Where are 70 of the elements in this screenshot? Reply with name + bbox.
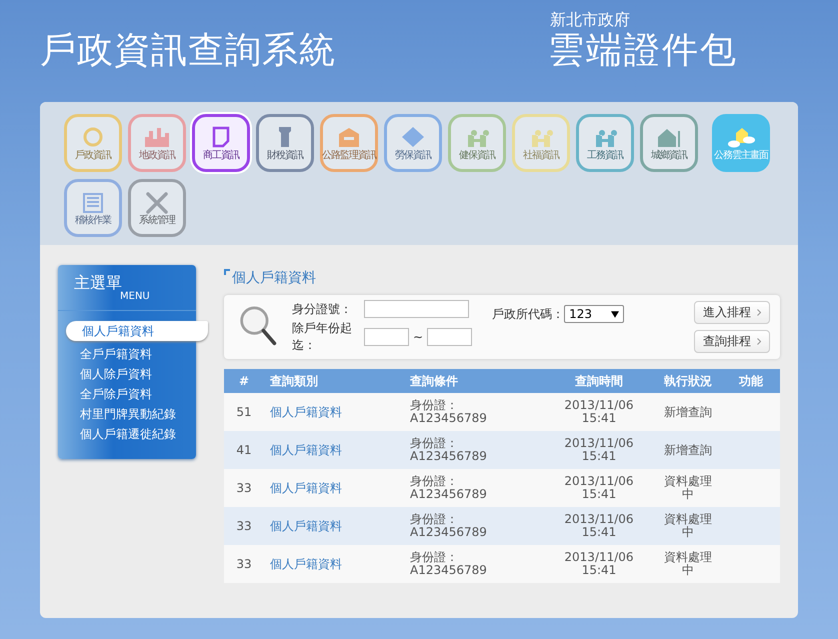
module-tile[interactable]: 戶政資訊 [64, 114, 122, 172]
row-number: 33 [235, 482, 253, 494]
page-title: 個人戶籍資料 [232, 269, 316, 287]
menu-item[interactable]: 全戶除戶資料 [58, 384, 196, 404]
year-range-label: 除戶年份起迄： [292, 320, 353, 354]
menu-item[interactable]: 個人除戶資料 [58, 364, 196, 384]
time-cell-text: 2013/11/06 15:41 [563, 475, 635, 501]
column-header: 查詢時間 [574, 374, 624, 388]
category-link[interactable]: 個人戶籍資料 [264, 444, 404, 456]
office-code-label: 戶政所代碼： [492, 306, 564, 322]
column-header: 查詢類別 [269, 374, 319, 388]
organization-name: 新北市政府 [550, 10, 630, 31]
year-to-input[interactable] [427, 328, 472, 346]
row-number: 51 [235, 406, 253, 418]
id-label: 身分證號： [292, 300, 353, 318]
menu-item[interactable]: 個人戶籍遷徙紀錄 [58, 424, 196, 444]
time-cell-text: 2013/11/06 15:41 [563, 551, 635, 577]
category-link[interactable]: 個人戶籍資料 [264, 406, 404, 418]
menu-item[interactable]: 全戶戶籍資料 [58, 344, 196, 364]
id-input[interactable] [364, 300, 469, 318]
module-tile[interactable]: 城鄉資訊 [640, 114, 698, 172]
house-cloud-icon [726, 125, 756, 149]
module-tile[interactable]: 工務資訊 [576, 114, 634, 172]
menu-item[interactable]: 村里門牌異動紀錄 [58, 404, 196, 424]
brand-title: 雲端證件包 [548, 31, 738, 71]
column-header: # [238, 374, 250, 388]
module-tile[interactable]: 勞保資訊 [384, 114, 442, 172]
time-cell-text: 2013/11/06 15:41 [563, 437, 635, 463]
condition-cell-text: 身份證： A123456789 [409, 551, 488, 577]
module-tile[interactable]: 健保資訊 [448, 114, 506, 172]
status-cell-text: 新增查詢 [663, 406, 713, 418]
module-tile[interactable]: 社福資訊 [512, 114, 570, 172]
schedule-button[interactable]: 進入排程 [694, 301, 770, 324]
schedule-button[interactable]: 查詢排程 [694, 330, 770, 353]
category-link[interactable]: 個人戶籍資料 [264, 558, 404, 570]
category-link[interactable]: 個人戶籍資料 [264, 520, 404, 532]
skyline-icon [142, 125, 172, 149]
status-cell-text: 資料處理中 [663, 513, 713, 539]
module-tile[interactable]: 地政資訊 [128, 114, 186, 172]
module-tile[interactable]: 系統管理 [128, 179, 186, 237]
time-cell-text: 2013/11/06 15:41 [563, 513, 635, 539]
time-cell-text: 2013/11/06 15:41 [563, 399, 635, 425]
chevron-icon [757, 338, 761, 345]
row-number: 33 [235, 520, 253, 532]
condition-cell-text: 身份證： A123456789 [409, 475, 488, 501]
row-number: 41 [235, 444, 253, 456]
status-cell-text: 新增查詢 [663, 444, 713, 456]
caret-icon [611, 310, 620, 318]
column-header: 執行狀況 [663, 374, 713, 388]
menu-item[interactable]: 個人戶籍資料 [66, 321, 208, 341]
year-from-input[interactable] [364, 328, 409, 346]
corner-mark-icon [224, 269, 230, 275]
system-title: 戶政資訊查詢系統 [40, 29, 336, 73]
column-header: 查詢條件 [409, 374, 459, 388]
condition-cell-text: 身份證： A123456789 [409, 513, 488, 539]
row-number: 33 [235, 558, 253, 570]
status-cell-text: 資料處理中 [663, 475, 713, 501]
module-tile[interactable]: 財稅資訊 [256, 114, 314, 172]
module-tile[interactable]: 稽核作業 [64, 179, 122, 237]
condition-cell-text: 身份證： A123456789 [409, 437, 488, 463]
category-link[interactable]: 個人戶籍資料 [264, 482, 404, 494]
menu-title: 主選單 [74, 273, 122, 292]
condition-cell-text: 身份證： A123456789 [409, 399, 488, 425]
menu-subtitle: MENU [120, 291, 150, 302]
column-header: 功能 [738, 374, 764, 388]
status-cell-text: 資料處理中 [663, 551, 713, 577]
range-separator: ~ [413, 330, 424, 344]
module-tile[interactable]: 商工資訊 [192, 114, 250, 172]
chevron-icon [757, 309, 761, 316]
office-code-dropdown[interactable]: 123 [564, 305, 624, 323]
